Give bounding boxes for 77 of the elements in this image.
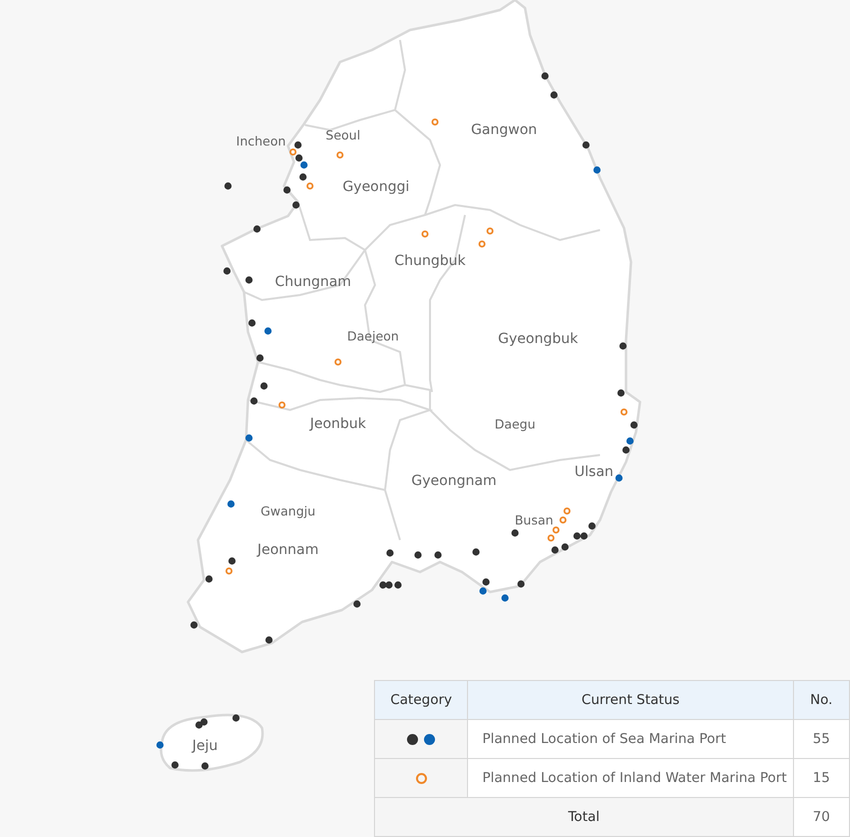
- marina-location-dot: [299, 173, 307, 181]
- marina-location-dot: [593, 166, 601, 174]
- marina-location-dot: [283, 186, 291, 194]
- column-header: Current Status: [468, 680, 794, 720]
- column-header: No.: [793, 680, 850, 720]
- column-header: Category: [374, 680, 468, 720]
- region-label: Gyeongbuk: [498, 330, 578, 347]
- marina-location-dot: [501, 594, 509, 602]
- region-label: Jeonnam: [257, 542, 319, 558]
- region-label: Daejeon: [347, 328, 399, 344]
- marina-location-dot: [560, 516, 566, 524]
- marina-location-dot: [336, 152, 344, 158]
- region-label: Gangwon: [470, 122, 538, 138]
- region-label: Gyeonggi: [342, 178, 410, 195]
- marina-location-dot: [334, 358, 342, 366]
- marina-location-dot: [245, 276, 253, 284]
- marina-location-dot: [588, 522, 596, 530]
- table-cell: 70: [793, 798, 850, 836]
- region-label: Chungnam: [274, 274, 352, 290]
- marina-location-dot: [353, 600, 361, 608]
- marina-location-dot: [630, 421, 638, 429]
- marina-location-dot: [223, 267, 231, 275]
- marina-location-dot: [478, 240, 486, 248]
- region-label: Busan: [514, 512, 554, 528]
- marina-location-dot: [306, 182, 314, 190]
- marina-location-dot: [278, 402, 286, 408]
- marina-location-dot: [432, 118, 438, 126]
- marina-location-dot: [227, 500, 235, 508]
- total-label: Total: [374, 798, 794, 836]
- marina-location-dot: [617, 389, 625, 397]
- table-cell: 15: [793, 758, 850, 798]
- marina-location-dot: [541, 72, 549, 80]
- marina-location-dot: [561, 543, 569, 551]
- marina-location-dot: [511, 529, 519, 537]
- marina-location-dot: [245, 434, 253, 442]
- marina-location-dot: [620, 408, 628, 416]
- marina-location-dot: [615, 474, 623, 482]
- marina-location-dot: [619, 342, 627, 350]
- marina-location-dot: [564, 508, 570, 514]
- region-label: Jeju: [192, 738, 218, 754]
- region-label: Jeonbuk: [310, 416, 366, 432]
- marina-location-dot: [190, 621, 198, 629]
- region-label: Daegu: [494, 416, 536, 432]
- marina-location-dot: [201, 762, 209, 770]
- marina-location-dot: [265, 636, 273, 644]
- marina-location-dot: [232, 714, 240, 722]
- marina-location-dot: [248, 319, 256, 327]
- marina-location-dot: [486, 228, 494, 234]
- marina-location-dot: [250, 397, 258, 405]
- marina-location-dot: [414, 551, 422, 559]
- marina-location-dot: [156, 741, 164, 749]
- marina-location-dot: [171, 761, 179, 769]
- marina-location-dot: [253, 225, 261, 233]
- region-label: Chungbuk: [394, 252, 466, 269]
- marina-location-dot: [551, 546, 559, 554]
- region-label: Ulsan: [574, 464, 614, 480]
- marina-location-dot: [386, 549, 394, 557]
- marina-location-dot: [517, 580, 525, 588]
- marina-location-dot: [260, 382, 268, 390]
- marina-location-dot: [434, 551, 442, 559]
- region-label: Seoul: [326, 127, 360, 142]
- marina-location-dot: [228, 557, 236, 565]
- marina-location-dot: [292, 201, 300, 209]
- marina-location-dot: [224, 182, 232, 190]
- table-cell: 55: [793, 720, 850, 758]
- marina-location-dot: [550, 91, 558, 99]
- marina-location-dot: [205, 575, 213, 583]
- table-cell: Planned Location of Sea Marina Port: [468, 720, 794, 758]
- marina-location-dot: [256, 354, 264, 362]
- marina-location-dot: [264, 327, 272, 335]
- region-label: Gwangju: [260, 503, 316, 518]
- marina-location-dot: [472, 548, 480, 556]
- region-label: Incheon: [236, 133, 286, 148]
- marina-location-dot: [582, 141, 590, 149]
- region-label: Gyeongnam: [411, 472, 497, 489]
- marina-location-dot: [422, 230, 428, 238]
- marina-location-dot: [226, 568, 232, 574]
